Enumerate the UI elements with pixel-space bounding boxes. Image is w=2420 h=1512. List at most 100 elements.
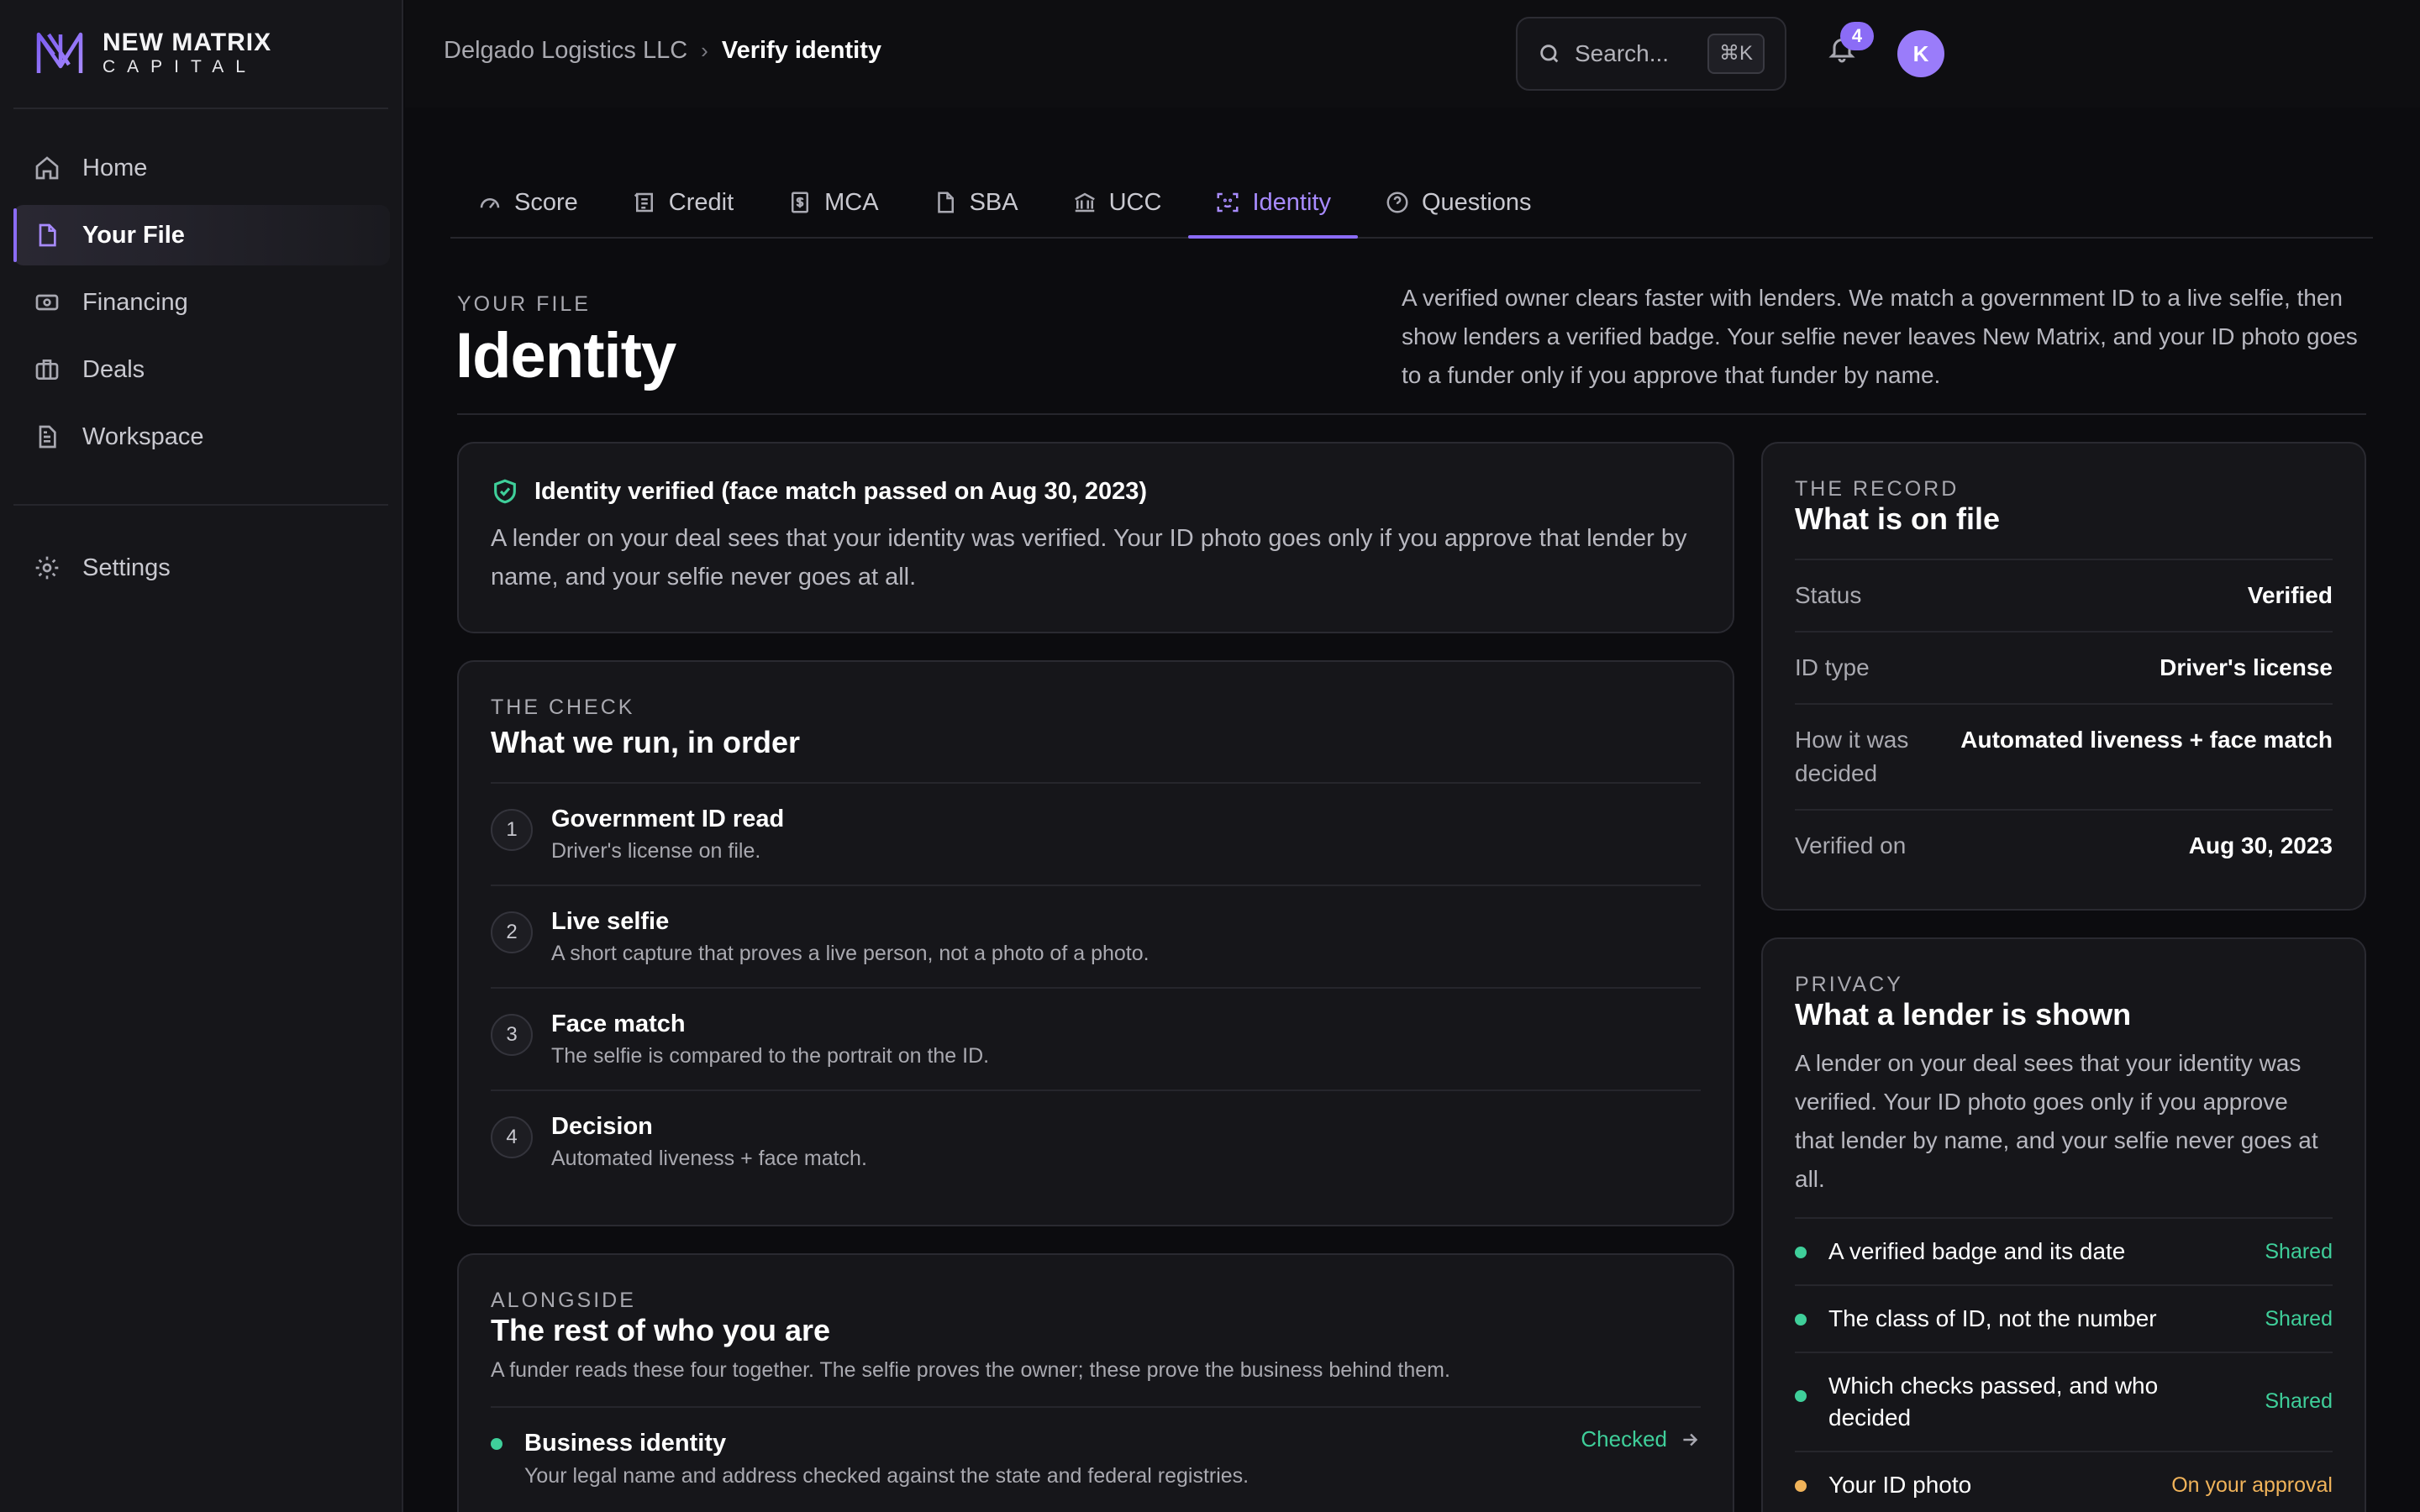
sidebar-item-settings[interactable]: Settings — [13, 538, 390, 598]
step-number: 3 — [491, 1014, 533, 1056]
step-number: 4 — [491, 1116, 533, 1158]
sidebar-item-deals[interactable]: Deals — [13, 339, 390, 400]
tab-score[interactable]: Score — [450, 168, 605, 237]
record-list: Status Verified ID type Driver's license… — [1795, 559, 2333, 881]
tab-label: Questions — [1421, 188, 1532, 216]
search-shortcut: ⌘K — [1707, 34, 1765, 74]
face-scan-icon — [1217, 192, 1239, 213]
dollar-doc-icon — [792, 192, 809, 213]
topbar: Delgado Logistics LLC › Verify identity — [405, 0, 2420, 108]
record-key: How it was decided — [1795, 727, 1909, 786]
sidebar-item-financing[interactable]: Financing — [13, 272, 390, 333]
status-dot — [1795, 1247, 1807, 1258]
privacy-body: A lender on your deal sees that your ide… — [1795, 1050, 2318, 1192]
tab-sba[interactable]: SBA — [906, 168, 1045, 237]
privacy-item-state: Shared — [2265, 1389, 2333, 1413]
step-number: 1 — [491, 809, 533, 851]
check-card: THE CHECK What we run, in order 1 Govern… — [457, 660, 1734, 1226]
tab-label: Score — [514, 188, 578, 216]
sidebar-item-label: Workspace — [82, 423, 204, 450]
file-tabs: Score Credit MCA SBA UCC Identity Questi… — [450, 168, 2373, 239]
privacy-item-state: Shared — [2265, 1307, 2333, 1331]
sidebar-item-label: Home — [82, 154, 148, 181]
search-icon — [1540, 45, 1559, 63]
step-title: Live selfie — [551, 908, 670, 935]
record-key: Status — [1795, 582, 1862, 608]
page-title: Identity — [455, 320, 676, 391]
tab-questions[interactable]: Questions — [1358, 168, 1559, 237]
step-description: The selfie is compared to the portrait o… — [551, 1044, 990, 1068]
step-number: 2 — [491, 911, 533, 953]
privacy-item-label: The class of ID, not the number — [1828, 1305, 2157, 1331]
breadcrumb-current: Verify identity — [721, 37, 882, 64]
privacy-item-label: Your ID photo — [1828, 1472, 1972, 1498]
alongside-title: The rest of who you are — [491, 1313, 831, 1347]
row-description: Your legal name and address checked agai… — [524, 1464, 1249, 1488]
document-icon — [39, 425, 56, 449]
home-icon — [35, 156, 59, 180]
verified-body: A lender on your deal sees that your ide… — [491, 525, 1687, 591]
alongside-card: ALONGSIDE The rest of who you are A fund… — [457, 1253, 1734, 1512]
row-title: Business identity — [524, 1430, 727, 1457]
sidebar-nav: Home Your File Financing Deals Workspace — [13, 138, 390, 474]
header-divider — [457, 413, 2366, 415]
check-step: 4 Decision Automated liveness + face mat… — [491, 1091, 1701, 1194]
privacy-eyebrow: PRIVACY — [1795, 973, 1903, 996]
step-description: Driver's license on file. — [551, 839, 761, 863]
tab-mca[interactable]: MCA — [760, 168, 905, 237]
step-description: Automated liveness + face match. — [551, 1147, 867, 1170]
privacy-item-state: Shared — [2265, 1240, 2333, 1263]
record-value: Automated liveness + face match — [1960, 727, 2333, 753]
tab-label: SBA — [969, 188, 1018, 216]
status-dot — [491, 1438, 502, 1450]
tab-ucc[interactable]: UCC — [1045, 168, 1189, 237]
sidebar-item-your-file[interactable]: Your File — [13, 205, 390, 265]
privacy-list: A verified badge and its date Shared The… — [1795, 1217, 2333, 1512]
sidebar-divider — [13, 108, 388, 109]
status-dot — [1795, 1314, 1807, 1326]
verified-banner: Identity verified (face match passed on … — [457, 442, 1734, 633]
status-dot — [1795, 1390, 1807, 1402]
search-input[interactable]: Search... ⌘K — [1516, 17, 1786, 91]
privacy-item: The class of ID, not the number Shared — [1795, 1286, 2333, 1353]
avatar[interactable]: K — [1897, 30, 1944, 77]
privacy-card: PRIVACY What a lender is shown A lender … — [1761, 937, 2366, 1512]
sidebar-item-label: Deals — [82, 355, 145, 383]
sidebar-item-home[interactable]: Home — [13, 138, 390, 198]
brand-name: NEW MATRIX — [103, 29, 272, 56]
step-title: Face match — [551, 1011, 686, 1037]
notification-badge: 4 — [1840, 22, 1874, 50]
check-step: 3 Face match The selfie is compared to t… — [491, 989, 1701, 1091]
verified-title: Identity verified (face match passed on … — [534, 477, 1147, 505]
record-row: Status Verified — [1795, 560, 2333, 633]
step-title: Decision — [551, 1113, 653, 1140]
gear-icon — [35, 556, 59, 580]
row-status: Checked — [1581, 1426, 1701, 1452]
record-row: ID type Driver's license — [1795, 633, 2333, 705]
alongside-row-business-identity[interactable]: Business identity Your legal name and ad… — [491, 1408, 1701, 1492]
tab-identity[interactable]: Identity — [1188, 168, 1358, 239]
sidebar-item-label: Settings — [82, 554, 171, 581]
check-step: 2 Live selfie A short capture that prove… — [491, 886, 1701, 989]
tab-credit[interactable]: Credit — [605, 168, 760, 237]
sidebar-item-label: Your File — [82, 221, 185, 249]
alongside-eyebrow: ALONGSIDE — [491, 1289, 636, 1312]
record-eyebrow: THE RECORD — [1795, 477, 1960, 501]
tab-label: Credit — [668, 188, 734, 216]
record-value: Aug 30, 2023 — [2188, 832, 2333, 858]
sidebar-item-workspace[interactable]: Workspace — [13, 407, 390, 467]
breadcrumb-link[interactable]: Delgado Logistics LLC — [444, 37, 687, 65]
check-step: 1 Government ID read Driver's license on… — [491, 784, 1701, 886]
doc-icon — [937, 192, 954, 213]
tab-label: Identity — [1252, 188, 1331, 216]
check-title: What we run, in order — [491, 725, 801, 759]
record-value: Driver's license — [2160, 654, 2333, 680]
tab-label: MCA — [824, 188, 879, 216]
sidebar-item-label: Financing — [82, 288, 188, 316]
privacy-item-label: Which checks passed, and who decided — [1828, 1373, 2159, 1431]
brand-logo[interactable]: NEW MATRIX CAPITAL — [35, 29, 271, 77]
privacy-item: Your ID photo On your approval — [1795, 1452, 2333, 1512]
cash-icon — [35, 294, 59, 311]
search-placeholder: Search... — [1575, 40, 1670, 66]
brand-subname: CAPITAL — [103, 57, 257, 76]
